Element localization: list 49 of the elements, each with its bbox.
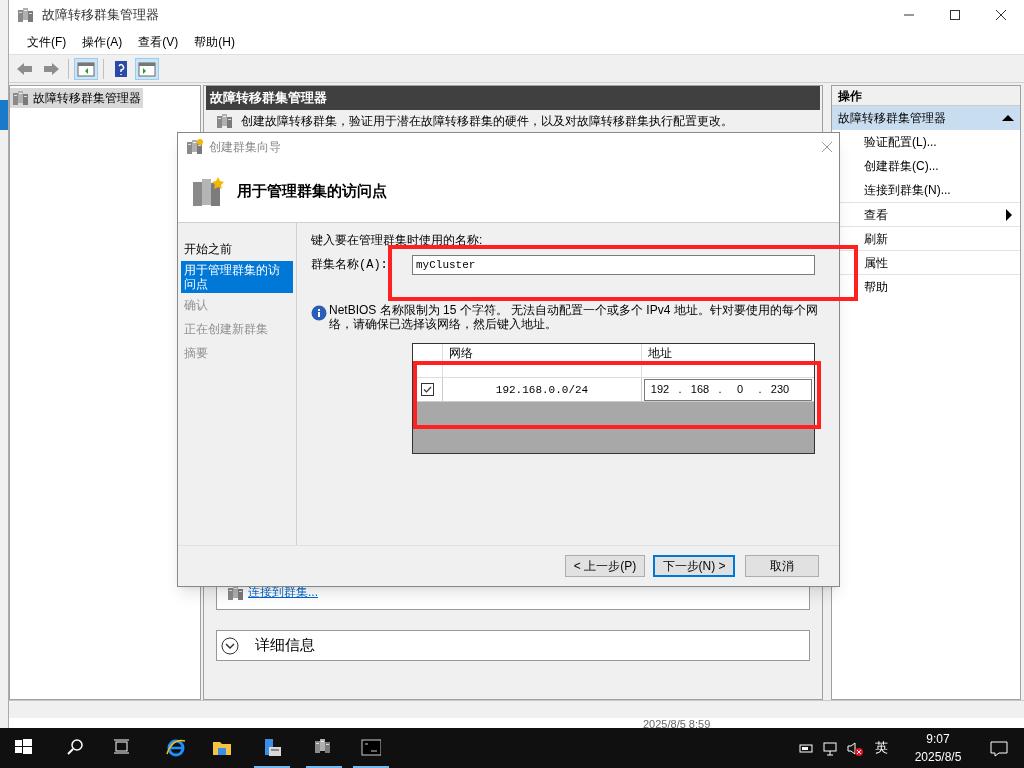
pane-icon[interactable]	[74, 57, 98, 80]
wizard-icon	[186, 139, 203, 155]
wizard-server-icon	[192, 175, 225, 208]
wizard-step[interactable]: 用于管理群集的访问点	[181, 261, 293, 293]
table-cell: 192.168.0.0/24	[443, 377, 642, 402]
panel-header: 故障转移群集管理器	[206, 86, 820, 110]
menu-item[interactable]: 查看(V)	[130, 33, 187, 51]
notification-icon[interactable]	[990, 739, 1008, 757]
description-text: 创建故障转移群集，验证用于潜在故障转移群集的硬件，以及对故障转移群集执行配置更改。	[241, 113, 733, 130]
ip-address-field[interactable]: 192 . 168 . 0 . 230	[644, 378, 812, 401]
muted-speaker-icon[interactable]	[846, 739, 864, 757]
actions-header: 操作	[832, 86, 1020, 106]
console-icon	[361, 738, 381, 758]
clock-date[interactable]: 2025/8/5	[914, 748, 962, 766]
details-section[interactable]: 详细信息	[216, 630, 810, 661]
connect-link[interactable]: 连接到群集...	[248, 583, 318, 601]
submenu-arrow-icon	[1006, 208, 1012, 221]
wizard-button[interactable]: 取消	[745, 555, 819, 577]
menu-item[interactable]: 操作(A)	[74, 33, 131, 51]
cluster-icon	[216, 113, 233, 129]
pane-icon[interactable]	[135, 57, 159, 80]
network-icon[interactable]	[822, 739, 840, 757]
close-icon[interactable]	[821, 141, 833, 153]
menu-item[interactable]: 文件(F)	[19, 33, 75, 51]
browser-e-icon	[166, 738, 186, 758]
cluster-app-icon	[17, 7, 34, 23]
server-manager-icon	[262, 738, 282, 758]
timestamp-text: 2025/8/5 8:59	[643, 718, 711, 728]
field-label: 群集名称(A):	[311, 257, 389, 274]
column-header[interactable]: 网络	[443, 344, 642, 377]
menu-item[interactable]: 帮助(H)	[186, 33, 243, 51]
cluster-icon	[12, 90, 29, 106]
prompt-text: 键入要在管理群集时使用的名称:	[311, 232, 484, 249]
wizard-button[interactable]: 下一步(N) >	[653, 555, 735, 577]
clock-time[interactable]: 9:07	[926, 730, 950, 748]
wizard-button[interactable]: < 上一步(P)	[565, 555, 645, 577]
wizard-step[interactable]: 开始之前	[181, 237, 293, 261]
input-method-indicator[interactable]: 英	[875, 738, 888, 758]
dialog-heading: 用于管理群集的访问点	[237, 181, 387, 202]
cluster-name-field[interactable]: myCluster	[412, 255, 815, 275]
column-header[interactable]: 地址	[642, 344, 814, 377]
info-icon	[311, 305, 327, 321]
actions-section-header[interactable]: 故障转移群集管理器	[832, 106, 1020, 130]
checkbox[interactable]	[421, 383, 434, 396]
expand-chevron-icon	[221, 636, 239, 655]
dialog-title: 创建群集向导	[209, 139, 282, 156]
info-text: NetBIOS 名称限制为 15 个字符。 无法自动配置一个或多个 IPv4 地址。针对要使用的每个网络，请确保已选择该网络，然后键入地址。	[329, 303, 819, 331]
window-title: 故障转移群集管理器	[42, 6, 160, 25]
tree-item[interactable]: 故障转移群集管理器	[10, 88, 143, 108]
